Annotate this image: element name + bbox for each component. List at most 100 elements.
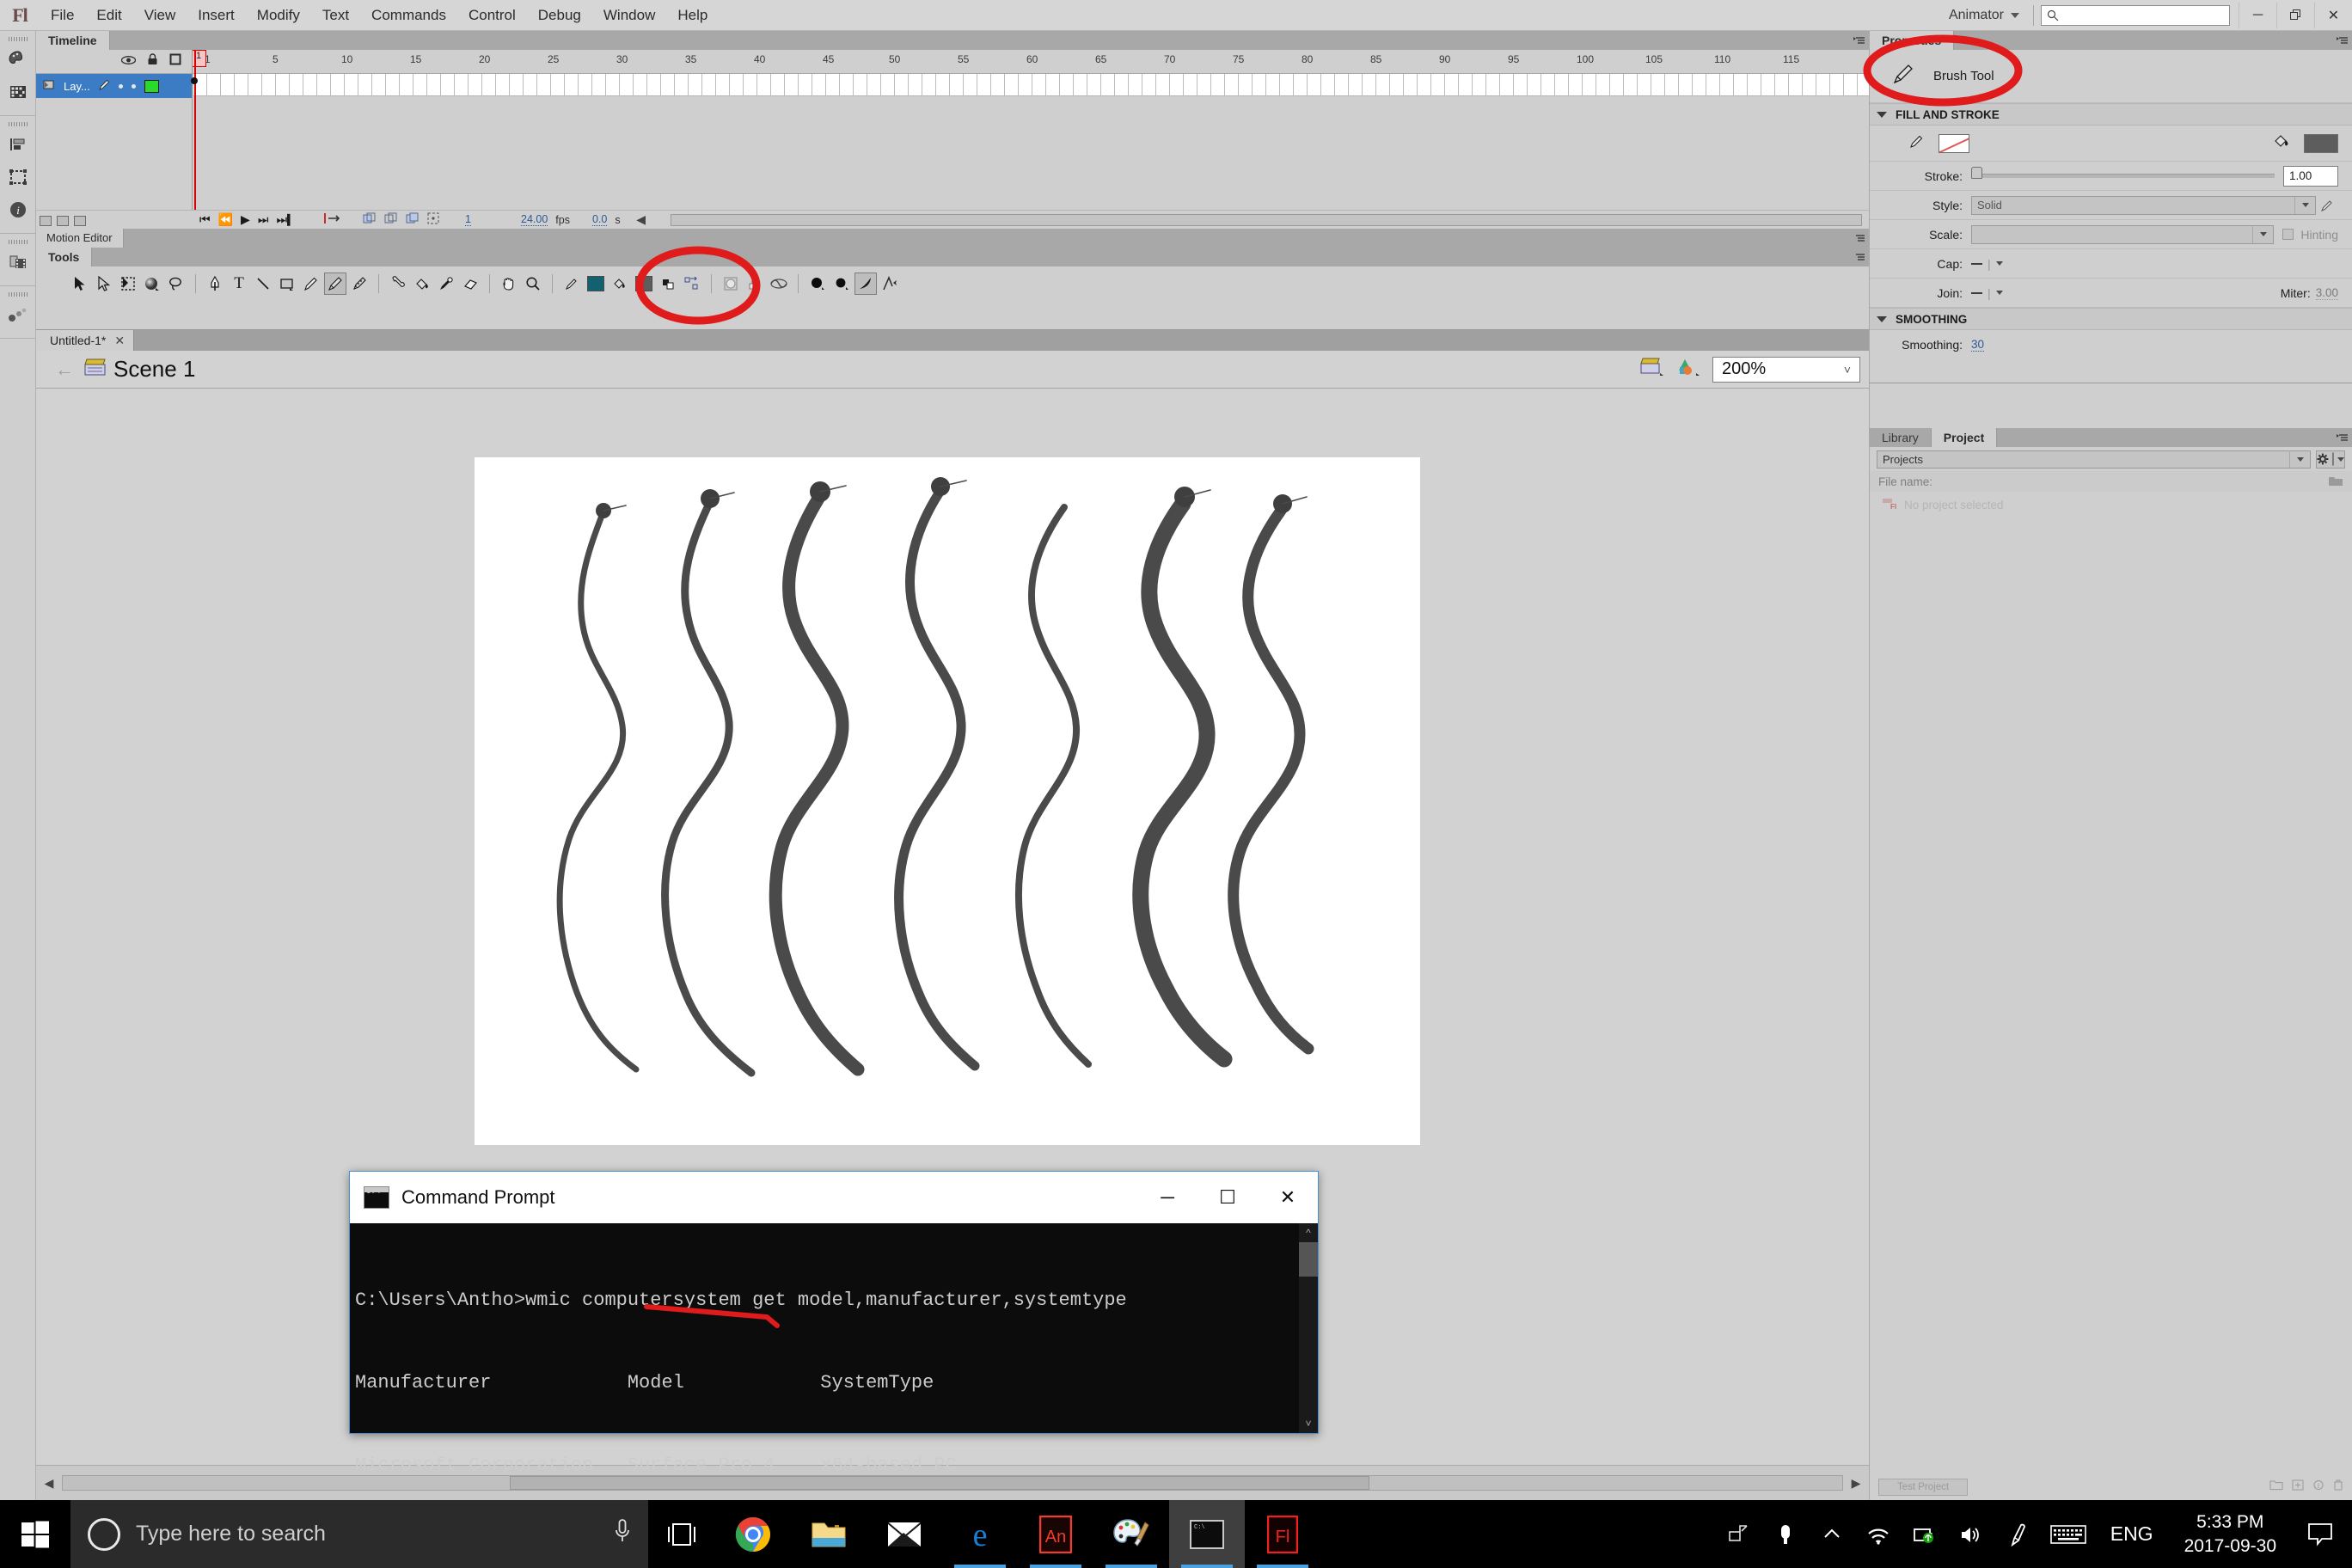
command-prompt-window[interactable]: C:\ Command Prompt ─ ☐ ✕ C:\Users\Antho>…: [349, 1171, 1319, 1434]
subselection-tool[interactable]: [93, 273, 115, 295]
fps-value[interactable]: 24.00: [521, 213, 548, 226]
menu-debug[interactable]: Debug: [527, 0, 592, 31]
wifi-icon[interactable]: [1856, 1500, 1901, 1568]
swap-colors-button[interactable]: [681, 273, 703, 295]
show-hidden-icons-icon[interactable]: [1810, 1500, 1854, 1568]
project-select[interactable]: Projects: [1877, 450, 2311, 469]
smooth-toggle[interactable]: [768, 273, 790, 295]
usb-icon[interactable]: [1763, 1500, 1808, 1568]
align-icon[interactable]: [0, 128, 36, 161]
paint-brush-tool[interactable]: [348, 273, 371, 295]
menu-help[interactable]: Help: [666, 0, 719, 31]
stage-canvas[interactable]: [475, 457, 1420, 1145]
cmd-close-button[interactable]: ✕: [1258, 1172, 1318, 1223]
goto-end-button[interactable]: ⏭▎: [276, 212, 299, 227]
loop-icon[interactable]: [323, 212, 342, 227]
step-forward-button[interactable]: ⏭: [258, 212, 269, 227]
brush-pressure[interactable]: [879, 273, 901, 295]
folder-icon[interactable]: [2328, 475, 2343, 489]
menu-window[interactable]: Window: [592, 0, 666, 31]
bone-tool[interactable]: [387, 273, 409, 295]
action-center-icon[interactable]: [2294, 1500, 2347, 1568]
outline-icon[interactable]: [169, 53, 181, 70]
eraser-tool[interactable]: [459, 273, 481, 295]
battery-icon[interactable]: [1902, 1500, 1947, 1568]
step-back-button[interactable]: ⏪: [218, 212, 233, 227]
playhead[interactable]: [194, 50, 196, 210]
cmd-maximize-button[interactable]: ☐: [1197, 1172, 1258, 1223]
lock-fill-toggle[interactable]: [744, 273, 766, 295]
task-view-icon[interactable]: [648, 1500, 715, 1568]
goto-start-button[interactable]: ⏮: [199, 212, 211, 227]
scroll-left-button[interactable]: ◀: [36, 1470, 62, 1496]
layer-lock-dot[interactable]: [132, 84, 136, 89]
selection-tool[interactable]: [69, 273, 91, 295]
current-frame-value[interactable]: 1: [465, 213, 471, 226]
rail-grip[interactable]: [0, 119, 35, 128]
taskbar-search[interactable]: Type here to search: [70, 1500, 648, 1568]
transform-icon[interactable]: [0, 161, 36, 193]
timeline-horizontal-scrollbar[interactable]: [671, 214, 1862, 226]
test-project-button[interactable]: Test Project: [1878, 1479, 1968, 1496]
timeline-layer-row[interactable]: Lay...: [36, 74, 192, 98]
zoom-level-select[interactable]: 200% ˅: [1712, 357, 1860, 383]
new-layer-button[interactable]: [40, 216, 52, 226]
edge-taskbar-icon[interactable]: e: [942, 1500, 1018, 1568]
minimize-button[interactable]: ─: [2239, 3, 2276, 28]
onion-skin-outline-icon[interactable]: [384, 212, 398, 227]
eye-icon[interactable]: [121, 54, 136, 70]
brush-shape[interactable]: [854, 273, 877, 295]
menu-text[interactable]: Text: [311, 0, 360, 31]
tab-motion-editor[interactable]: Motion Editor: [36, 229, 124, 248]
stroke-color-swatch[interactable]: [585, 273, 607, 295]
flash-taskbar-icon[interactable]: Fl: [1245, 1500, 1320, 1568]
rail-grip[interactable]: [0, 237, 35, 246]
stroke-style-select[interactable]: Solid: [1971, 196, 2316, 215]
animate-taskbar-icon[interactable]: An: [1018, 1500, 1093, 1568]
scroll-right-button[interactable]: ▶: [1843, 1470, 1869, 1496]
cmd-scroll-thumb[interactable]: [1299, 1242, 1318, 1277]
back-arrow-icon[interactable]: ←: [55, 358, 74, 381]
chrome-taskbar-icon[interactable]: [715, 1500, 791, 1568]
menu-modify[interactable]: Modify: [246, 0, 311, 31]
cap-dropdown-icon[interactable]: [1996, 261, 2003, 266]
tools-panel-menu-icon[interactable]: [1850, 248, 1869, 266]
pen-icon[interactable]: [1995, 1500, 2040, 1568]
layer-outline-color[interactable]: [144, 80, 159, 93]
close-icon[interactable]: ✕: [114, 330, 125, 351]
rail-grip[interactable]: [0, 290, 35, 298]
tab-timeline[interactable]: Timeline: [36, 31, 110, 50]
play-button[interactable]: ▶: [241, 212, 250, 227]
brush-tool[interactable]: [324, 273, 346, 295]
elapsed-time-value[interactable]: 0.0: [592, 213, 607, 226]
edit-symbols-icon[interactable]: [1676, 357, 1702, 382]
layer-visibility-dot[interactable]: [119, 84, 123, 89]
menu-commands[interactable]: Commands: [360, 0, 457, 31]
scene-name[interactable]: Scene 1: [113, 356, 195, 383]
hinting-checkbox[interactable]: [2282, 229, 2294, 240]
tab-library[interactable]: Library: [1870, 428, 1932, 447]
object-drawing-toggle[interactable]: [720, 273, 742, 295]
command-prompt-output[interactable]: C:\Users\Antho>wmic computersystem get m…: [350, 1223, 1318, 1433]
zoom-tool[interactable]: [522, 273, 544, 295]
motion-editor-panel-menu-icon[interactable]: [1850, 229, 1869, 248]
microphone-icon[interactable]: [614, 1518, 631, 1550]
paint-taskbar-icon[interactable]: [1093, 1500, 1169, 1568]
keyframe-marker[interactable]: [191, 77, 198, 84]
language-indicator[interactable]: ENG: [2097, 1522, 2167, 1546]
menu-edit[interactable]: Edit: [85, 0, 132, 31]
modify-onion-markers-icon[interactable]: [427, 212, 439, 227]
project-settings-button[interactable]: |: [2316, 450, 2345, 469]
clock[interactable]: 5:33 PM 2017-09-30: [2169, 1510, 2292, 1559]
library-panel-menu-icon[interactable]: [2333, 428, 2352, 447]
command-prompt-scrollbar[interactable]: ^ ˅: [1299, 1223, 1318, 1433]
menu-insert[interactable]: Insert: [187, 0, 246, 31]
info-icon[interactable]: i: [0, 193, 36, 226]
smoothing-value[interactable]: 30: [1971, 338, 1984, 352]
pencil-tool[interactable]: [300, 273, 322, 295]
fill-and-stroke-section-header[interactable]: FILL AND STROKE: [1870, 103, 2352, 126]
command-prompt-taskbar-icon[interactable]: C:\: [1169, 1500, 1245, 1568]
menu-view[interactable]: View: [133, 0, 187, 31]
motion-presets-icon[interactable]: [0, 298, 36, 331]
black-and-white-button[interactable]: [657, 273, 679, 295]
